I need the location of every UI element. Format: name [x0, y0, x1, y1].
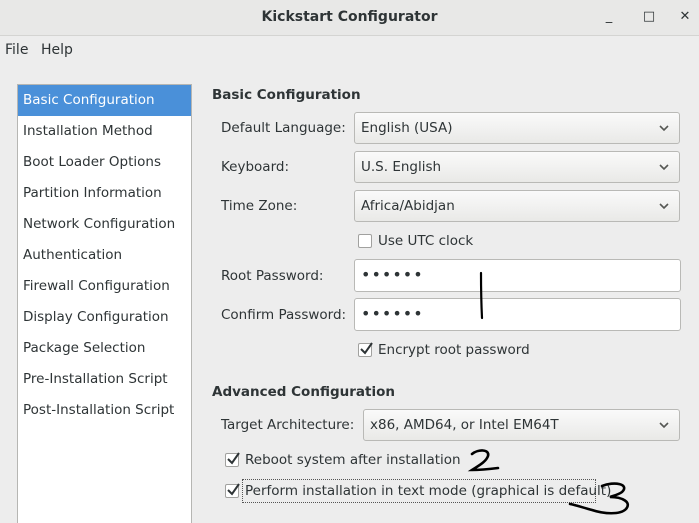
sidebar-item-package-selection[interactable]: Package Selection	[18, 333, 191, 364]
root-password-label: Root Password:	[221, 268, 324, 284]
time-zone-value: Africa/Abidjan	[361, 198, 455, 214]
title-bar: Kickstart Configurator _ □ ✕	[0, 0, 699, 36]
root-password-field[interactable]: ••••••	[354, 259, 681, 292]
sidebar-item-post-installation-script[interactable]: Post-Installation Script	[18, 395, 191, 426]
sidebar-item-display-configuration[interactable]: Display Configuration	[18, 302, 191, 333]
keyboard-label: Keyboard:	[221, 159, 290, 175]
default-language-label: Default Language:	[221, 120, 346, 136]
sidebar-item-boot-loader-options[interactable]: Boot Loader Options	[18, 147, 191, 178]
sidebar-item-installation-method[interactable]: Installation Method	[18, 116, 191, 147]
utc-clock-label: Use UTC clock	[378, 233, 474, 249]
keyboard-value: U.S. English	[361, 159, 442, 175]
keyboard-dropdown[interactable]: U.S. English	[354, 151, 680, 183]
target-architecture-label: Target Architecture:	[221, 417, 355, 433]
menu-bar: File Help	[0, 36, 699, 64]
reboot-label: Reboot system after installation	[245, 452, 461, 468]
default-language-dropdown[interactable]: English (USA)	[354, 112, 680, 144]
sidebar-item-network-configuration[interactable]: Network Configuration	[18, 209, 191, 240]
basic-configuration-heading: Basic Configuration	[212, 87, 361, 103]
chevron-down-icon	[659, 164, 669, 171]
close-button[interactable]: ✕	[676, 8, 694, 26]
target-architecture-value: x86, AMD64, or Intel EM64T	[370, 417, 559, 433]
menu-file[interactable]: File	[5, 42, 28, 58]
root-password-value: ••••••	[361, 265, 424, 284]
encrypt-root-password-checkbox[interactable]	[358, 342, 373, 357]
menu-help[interactable]: Help	[41, 42, 73, 58]
advanced-configuration-heading: Advanced Configuration	[212, 384, 395, 400]
chevron-down-icon	[659, 203, 669, 210]
sidebar-item-partition-information[interactable]: Partition Information	[18, 178, 191, 209]
annotation-mark-2	[467, 449, 500, 472]
maximize-button[interactable]: □	[640, 8, 658, 26]
default-language-value: English (USA)	[361, 120, 453, 136]
reboot-checkbox[interactable]	[225, 452, 240, 467]
sidebar-item-pre-installation-script[interactable]: Pre-Installation Script	[18, 364, 191, 395]
sidebar: Basic Configuration Installation Method …	[17, 84, 192, 523]
utc-clock-checkbox[interactable]	[358, 234, 372, 248]
time-zone-label: Time Zone:	[221, 198, 298, 214]
encrypt-root-password-label: Encrypt root password	[378, 342, 530, 358]
chevron-down-icon	[659, 125, 669, 132]
minimize-button[interactable]: _	[600, 8, 618, 26]
confirm-password-value: ••••••	[361, 304, 424, 323]
time-zone-dropdown[interactable]: Africa/Abidjan	[354, 190, 680, 222]
annotation-mark-1	[479, 271, 484, 320]
sidebar-item-firewall-configuration[interactable]: Firewall Configuration	[18, 271, 191, 302]
confirm-password-field[interactable]: ••••••	[354, 298, 681, 331]
checkmark-icon	[227, 483, 240, 496]
sidebar-item-authentication[interactable]: Authentication	[18, 240, 191, 271]
confirm-password-label: Confirm Password:	[221, 307, 347, 323]
checkmark-icon	[360, 342, 373, 355]
annotation-mark-3	[568, 482, 630, 515]
checkmark-icon	[227, 452, 240, 465]
window-title: Kickstart Configurator	[261, 9, 438, 25]
text-mode-label: Perform installation in text mode (graph…	[245, 483, 612, 499]
target-architecture-dropdown[interactable]: x86, AMD64, or Intel EM64T	[363, 409, 680, 441]
chevron-down-icon	[659, 422, 669, 429]
text-mode-checkbox[interactable]	[225, 483, 240, 498]
sidebar-item-basic-configuration[interactable]: Basic Configuration	[18, 85, 191, 116]
